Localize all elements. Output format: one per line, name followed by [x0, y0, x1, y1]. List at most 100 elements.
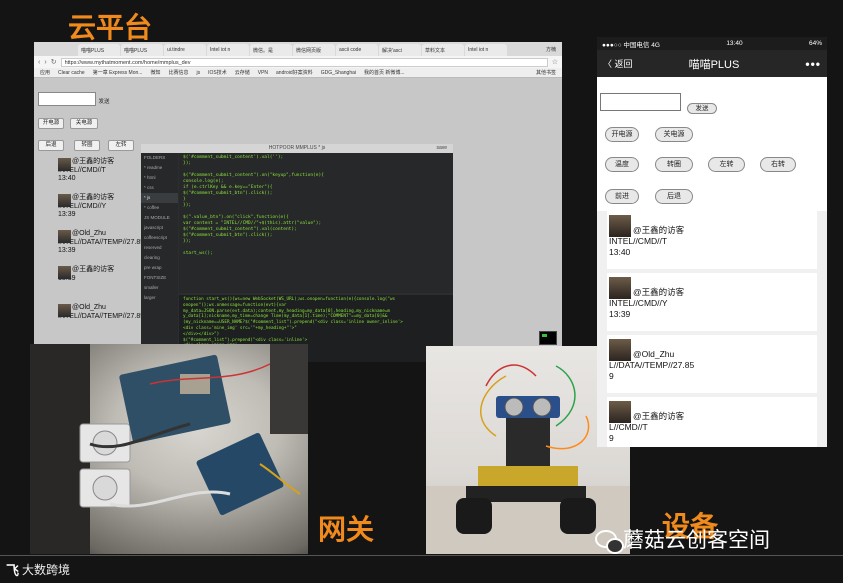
bookmark-item[interactable]: 第一章 Express Mon... — [93, 69, 143, 76]
sidebar-item[interactable]: pre wrap — [141, 263, 178, 273]
page-title: 喵喵PLUS — [688, 58, 740, 71]
message-input[interactable] — [600, 93, 681, 111]
editor-sidebar: FOLDERS * readme * html * css * js * cof… — [141, 153, 178, 362]
message-time: 9 — [609, 371, 614, 381]
browser-tab[interactable]: Intel iot n — [207, 44, 249, 56]
browser-tab[interactable]: Intel iot n — [465, 44, 507, 56]
browser-tab[interactable]: ascii code — [336, 44, 378, 56]
bookmark-item[interactable]: android好案资料 — [276, 69, 313, 76]
back-icon[interactable]: ‹ — [38, 59, 40, 66]
gateway-photo — [30, 344, 308, 554]
turn-left-button[interactable]: 左转 — [108, 140, 134, 151]
bookmark-item[interactable]: IOS技术 — [208, 69, 227, 76]
sidebar-item[interactable]: * coffee — [141, 203, 178, 213]
footer-logo: 飞 大数跨境 — [6, 560, 70, 579]
browser-tab[interactable]: 喵喵PLUS — [121, 44, 163, 56]
bookmark-item[interactable]: js — [196, 70, 200, 76]
bookmark-item[interactable]: GDG_Shanghai — [321, 70, 356, 76]
url-field[interactable]: https://www.mythatmoment.com/home/mmplus… — [60, 57, 548, 67]
wechat-watermark: 蘑菇云创客空间 — [595, 524, 770, 554]
more-icon[interactable]: ••• — [805, 57, 821, 71]
status-bar: ●●●○○ 中国电信 4G 13:40 64% — [597, 37, 827, 50]
power-off-button[interactable]: 关电源 — [655, 127, 693, 142]
code-editor-window: HOTPOOR MMPLUS * js save FOLDERS * readm… — [141, 144, 453, 362]
power-on-button[interactable]: 开电源 — [38, 118, 64, 129]
sidebar-item[interactable]: * js — [141, 193, 178, 203]
bookmark-item[interactable]: 应用 — [40, 69, 50, 76]
wechat-icon — [595, 530, 624, 554]
status-time: 13:40 — [726, 40, 743, 47]
sidebar-item[interactable]: * css — [141, 183, 178, 193]
forward-button[interactable]: 前进 — [605, 189, 639, 204]
message-time: 13:40 — [609, 247, 631, 257]
sidebar-item[interactable]: * readme — [141, 163, 178, 173]
sidebar-item[interactable]: larger — [141, 293, 178, 303]
message-text: INTEL//CMD//Y — [609, 298, 668, 308]
carrier-label: ●●●○○ 中国电信 4G — [602, 41, 660, 49]
send-button[interactable]: 发送 — [687, 103, 717, 114]
browser-user-name[interactable]: 方楠 — [540, 43, 562, 56]
message-sender: @王鑫的访客 — [633, 411, 685, 421]
editor-titlebar: HOTPOOR MMPLUS * js save — [141, 144, 453, 153]
browser-tab[interactable]: 解决'asci — [379, 44, 421, 56]
gateway-board-illustration — [30, 344, 308, 554]
save-button[interactable]: save — [436, 144, 447, 153]
sidebar-item[interactable]: coffeescript — [141, 233, 178, 243]
browser-window: 喵喵PLUS 喵喵PLUS ui.tindre Intel iot n 微信。是… — [34, 42, 562, 362]
browser-tab[interactable]: 草料文本 — [422, 44, 464, 56]
sidebar-item[interactable]: * html — [141, 173, 178, 183]
bookmark-item[interactable]: 微知 — [150, 69, 160, 76]
message-item: @王鑫的访客 INTEL//CMD//Y 13:39 — [607, 273, 817, 331]
avatar — [609, 215, 631, 237]
message-sender: @Old_Zhu — [633, 349, 675, 359]
power-off-button[interactable]: 关电源 — [70, 118, 98, 129]
avatar — [609, 277, 631, 299]
message-time: 13:39 — [609, 309, 631, 319]
bookmark-item[interactable]: 云存储 — [235, 69, 250, 76]
temperature-button[interactable]: 温度 — [605, 157, 639, 172]
sidebar-item[interactable]: reserved — [141, 243, 178, 253]
browser-tab[interactable]: 微信。是 — [250, 44, 292, 56]
turn-around-button[interactable]: 转圈 — [655, 157, 693, 172]
terminal-icon[interactable] — [539, 331, 557, 345]
gateway-label: 网关 — [318, 513, 375, 546]
message-input[interactable] — [38, 92, 96, 106]
sidebar-heading: FONTSIZE — [144, 275, 167, 280]
bookmark-item[interactable]: Clear cache — [58, 70, 85, 76]
bookmark-item[interactable]: VPN — [258, 70, 268, 76]
sidebar-item[interactable]: smaller — [141, 283, 178, 293]
back-button[interactable]: 〈 返回 — [603, 57, 633, 70]
logo-icon: 飞 — [6, 564, 20, 579]
phone-page: 发送 开电源 关电源 温度 转圈 左转 右转 前进 后退 @王鑫的访客 INTE… — [597, 77, 827, 447]
message-text: INTEL//CMD//T — [609, 236, 668, 246]
backward-button[interactable]: 后退 — [655, 189, 693, 204]
send-button[interactable]: 发送 — [96, 98, 112, 109]
code-area[interactable]: $('#comment_submit_content').val(''); })… — [179, 153, 453, 293]
avatar — [58, 266, 71, 279]
message-item: @王鑫的访客 INTEL//CMD//T 13:40 — [607, 211, 817, 269]
avatar — [58, 194, 71, 207]
turn-around-button[interactable]: 转圈 — [74, 140, 100, 151]
turn-left-button[interactable]: 左转 — [708, 157, 745, 172]
browser-tab[interactable]: 喵喵PLUS — [78, 44, 120, 56]
message-item: @王鑫的访客 L//CMD//T 9 — [607, 397, 817, 447]
avatar — [609, 401, 631, 423]
phone-screen: ●●●○○ 中国电信 4G 13:40 64% 〈 返回 喵喵PLUS ••• … — [597, 37, 827, 447]
reload-icon[interactable]: ↻ — [51, 58, 57, 66]
sidebar-item[interactable]: javascript — [141, 223, 178, 233]
other-bookmarks[interactable]: 其他书签 — [536, 69, 556, 76]
bookmark-item[interactable]: 比赛信息 — [168, 69, 188, 76]
star-icon[interactable]: ☆ — [552, 58, 558, 66]
forward-icon[interactable]: › — [44, 59, 46, 66]
message-sender: @王鑫的访客 — [633, 287, 685, 297]
turn-right-button[interactable]: 右转 — [760, 157, 796, 172]
sidebar-item[interactable]: clearing — [141, 253, 178, 263]
web-page: 发送 开电源 关电源 后退 转圈 左转 @王鑫的访客 INTEL//CMD//T… — [34, 78, 562, 362]
browser-tab[interactable]: ui.tindre — [164, 44, 206, 56]
power-on-button[interactable]: 开电源 — [605, 127, 639, 142]
sidebar-heading: JS MODULE — [144, 215, 170, 220]
browser-tab[interactable]: 微信网页版 — [293, 44, 335, 56]
backward-button[interactable]: 后退 — [38, 140, 64, 151]
battery-level: 64% — [808, 40, 822, 47]
bookmark-item[interactable]: 我的首页 新微博... — [364, 69, 405, 76]
